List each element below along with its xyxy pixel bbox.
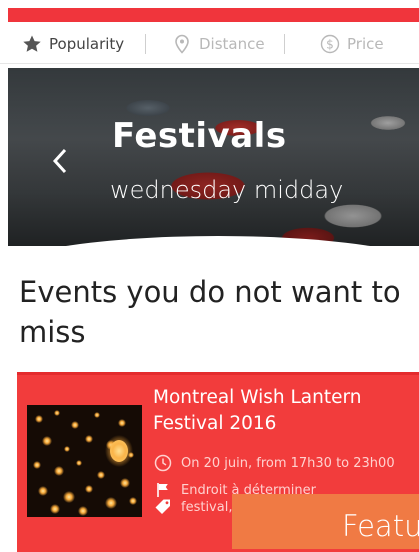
event-tags: festival, [153, 498, 232, 516]
section-title: Events you do not want to miss [19, 275, 401, 349]
sort-distance-button[interactable]: Distance [172, 25, 265, 63]
hero-title: Festivals [112, 116, 287, 156]
featured-button[interactable]: Featu [232, 494, 419, 549]
event-time: On 20 juin, from 17h30 to 23h00 [153, 454, 395, 472]
star-icon [22, 34, 42, 54]
map-pin-icon [172, 34, 192, 54]
event-time-text: On 20 juin, from 17h30 to 23h00 [181, 455, 395, 471]
event-title: Montreal Wish Lantern Festival 2016 [153, 387, 362, 434]
sort-popularity-button[interactable]: Popularity [22, 25, 124, 63]
dollar-circle-icon: $ [320, 34, 340, 54]
clock-icon [153, 454, 173, 472]
flag-icon [153, 481, 173, 499]
sort-distance-label: Distance [199, 35, 265, 53]
hero-banner: Festivals wednesday midday [8, 68, 419, 246]
divider [145, 34, 146, 54]
sort-price-label: Price [347, 35, 384, 53]
event-tags-text: festival, [181, 499, 233, 515]
event-image [27, 405, 142, 517]
featured-label: Featu [342, 509, 419, 543]
sort-price-button[interactable]: $ Price [320, 25, 384, 63]
svg-text:$: $ [326, 38, 334, 52]
top-accent-bar [8, 8, 419, 22]
tag-icon [153, 498, 173, 516]
sort-popularity-label: Popularity [49, 35, 125, 53]
chevron-left-icon [52, 148, 67, 174]
back-button[interactable] [48, 146, 72, 176]
divider [284, 34, 285, 54]
sort-bar: Popularity Distance $ Price [0, 25, 419, 64]
hero-subtitle: wednesday midday [110, 176, 344, 204]
